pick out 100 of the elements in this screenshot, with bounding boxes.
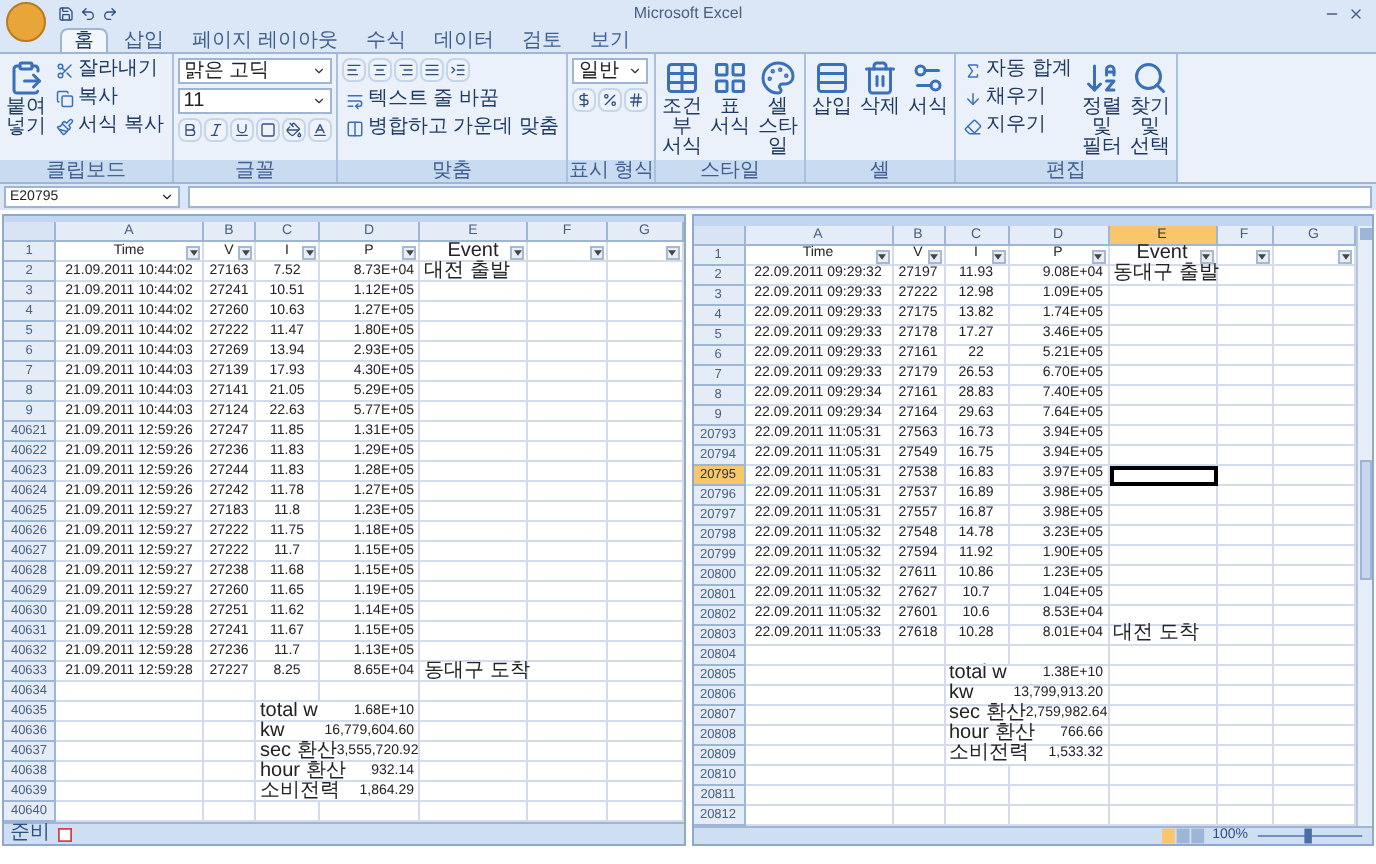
table-cell[interactable]: [204, 762, 256, 782]
tool-button[interactable]: [341, 58, 366, 82]
table-cell[interactable]: [420, 582, 528, 602]
table-cell[interactable]: [608, 402, 683, 422]
table-cell[interactable]: [608, 742, 683, 762]
ribbon-button[interactable]: 잘라내기: [52, 58, 168, 82]
table-cell[interactable]: [608, 522, 683, 542]
table-cell[interactable]: [1109, 685, 1217, 706]
table-cell[interactable]: [420, 762, 528, 782]
table-cell[interactable]: [420, 322, 528, 342]
header-cell[interactable]: Event: [420, 242, 528, 262]
table-cell[interactable]: [1109, 345, 1217, 366]
table-cell[interactable]: [1217, 585, 1273, 606]
table-cell[interactable]: [945, 645, 1009, 666]
table-cell[interactable]: [420, 622, 528, 642]
table-cell[interactable]: 동대구 도착: [420, 662, 528, 682]
table-cell[interactable]: [608, 442, 683, 462]
table-cell[interactable]: [420, 702, 528, 722]
table-cell[interactable]: [320, 682, 420, 702]
ribbon-tab[interactable]: 수식: [353, 28, 418, 52]
table-cell[interactable]: [1109, 785, 1217, 806]
close-icon[interactable]: [1348, 5, 1364, 21]
tool-button[interactable]: [367, 58, 392, 82]
table-cell[interactable]: [608, 422, 683, 442]
header-cell[interactable]: [528, 242, 608, 262]
ribbon-button[interactable]: 정렬 및 필터: [1079, 58, 1124, 160]
table-cell[interactable]: [420, 482, 528, 502]
table-cell[interactable]: [893, 665, 945, 686]
table-cell[interactable]: [893, 765, 945, 786]
ribbon-button[interactable]: 붙여넣기: [4, 58, 48, 140]
table-cell[interactable]: [528, 662, 608, 682]
table-cell[interactable]: [420, 562, 528, 582]
header-cell[interactable]: [608, 242, 683, 262]
vertical-scrollbar[interactable]: [1356, 225, 1372, 826]
ribbon-button[interactable]: 서식: [906, 58, 951, 120]
table-cell[interactable]: [56, 762, 204, 782]
tool-button[interactable]: [255, 118, 280, 142]
table-cell[interactable]: [1217, 445, 1273, 466]
table-cell[interactable]: [528, 682, 608, 702]
table-cell[interactable]: [1217, 705, 1273, 726]
table-cell[interactable]: [608, 322, 683, 342]
filter-button[interactable]: [1255, 249, 1269, 264]
table-cell[interactable]: [608, 342, 683, 362]
table-cell[interactable]: [1217, 545, 1273, 566]
table-cell[interactable]: [1009, 765, 1109, 786]
table-cell[interactable]: [1109, 505, 1217, 526]
table-cell[interactable]: [528, 282, 608, 302]
table-cell[interactable]: [420, 442, 528, 462]
ribbon-button[interactable]: 삭제: [858, 58, 903, 120]
select-all-corner[interactable]: [4, 222, 56, 242]
table-cell[interactable]: 대전 도착: [1109, 625, 1217, 646]
table-cell[interactable]: [528, 742, 608, 762]
table-cell[interactable]: [745, 725, 893, 746]
filter-button[interactable]: [238, 246, 252, 260]
office-button[interactable]: [6, 1, 46, 41]
table-cell[interactable]: [1109, 525, 1217, 546]
table-cell[interactable]: [893, 725, 945, 746]
table-cell[interactable]: [608, 622, 683, 642]
table-cell[interactable]: [528, 402, 608, 422]
table-cell[interactable]: [1217, 525, 1273, 546]
table-cell[interactable]: [420, 362, 528, 382]
table-cell[interactable]: [745, 705, 893, 726]
tool-button[interactable]: [598, 88, 623, 112]
ribbon-button[interactable]: 병합하고 가운데 맞춤: [341, 116, 563, 140]
table-cell[interactable]: [608, 562, 683, 582]
table-cell[interactable]: [1109, 545, 1217, 566]
table-cell[interactable]: [420, 382, 528, 402]
table-cell[interactable]: [1109, 285, 1217, 306]
tool-button[interactable]: [393, 58, 418, 82]
table-cell[interactable]: [1109, 665, 1217, 686]
table-cell[interactable]: [608, 462, 683, 482]
table-cell[interactable]: [745, 645, 893, 666]
table-cell[interactable]: [1217, 305, 1273, 326]
tool-button[interactable]: [445, 58, 470, 82]
select-all-corner[interactable]: [693, 225, 745, 246]
table-cell[interactable]: [1217, 385, 1273, 406]
filter-button[interactable]: [1199, 249, 1213, 264]
dropdown-field[interactable]: 일반: [572, 58, 649, 84]
table-cell[interactable]: [1217, 665, 1273, 686]
table-cell[interactable]: [893, 645, 945, 666]
filter-button[interactable]: [927, 249, 941, 264]
ribbon-button[interactable]: 지우기: [960, 114, 1076, 138]
table-cell[interactable]: [420, 502, 528, 522]
filter-button[interactable]: [302, 246, 316, 260]
table-cell[interactable]: [528, 362, 608, 382]
table-cell[interactable]: [528, 562, 608, 582]
filter-button[interactable]: [1338, 249, 1352, 264]
table-cell[interactable]: [1217, 345, 1273, 366]
table-cell[interactable]: [528, 262, 608, 282]
table-cell[interactable]: [1109, 725, 1217, 746]
ribbon-button[interactable]: 삽입: [810, 58, 855, 120]
table-cell[interactable]: [745, 785, 893, 806]
table-cell[interactable]: [528, 322, 608, 342]
table-cell[interactable]: [528, 642, 608, 662]
table-cell[interactable]: [608, 642, 683, 662]
table-cell[interactable]: [893, 745, 945, 766]
tool-button[interactable]: [307, 118, 332, 142]
ribbon-button[interactable]: 채우기: [960, 86, 1076, 110]
table-cell[interactable]: [608, 682, 683, 702]
table-cell[interactable]: [1109, 445, 1217, 466]
